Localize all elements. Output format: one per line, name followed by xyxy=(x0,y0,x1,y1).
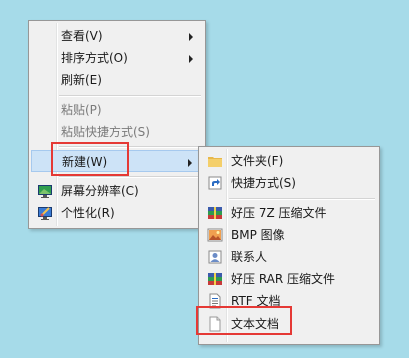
menu-item-screen-resolution[interactable]: 屏幕分辨率(C) xyxy=(31,180,203,202)
annotation-highlight-new xyxy=(51,142,129,176)
archive-rar-icon xyxy=(207,271,223,287)
submenu-item-folder[interactable]: 文件夹(F) xyxy=(201,150,377,172)
menu-item-paste: 粘贴(P) xyxy=(31,99,203,121)
menu-item-label: 粘贴(P) xyxy=(61,103,102,117)
submenu-item-contact[interactable]: 联系人 xyxy=(201,246,377,268)
menu-item-label: 个性化(R) xyxy=(61,206,115,220)
menu-item-label: 粘贴快捷方式(S) xyxy=(61,125,150,139)
menu-item-label: 联系人 xyxy=(231,250,268,264)
submenu-arrow-icon xyxy=(189,33,193,41)
menu-item-label: 屏幕分辨率(C) xyxy=(61,184,139,198)
submenu-item-bmp-image[interactable]: BMP 图像 xyxy=(201,224,377,246)
submenu-arrow-icon xyxy=(189,55,193,63)
menu-item-sort-by[interactable]: 排序方式(O) xyxy=(31,47,203,69)
display-icon xyxy=(37,183,53,199)
menu-item-label: 文件夹(F) xyxy=(231,154,284,168)
menu-separator xyxy=(59,176,201,178)
menu-item-label: 排序方式(O) xyxy=(61,51,128,65)
submenu-arrow-icon xyxy=(188,159,192,167)
submenu-item-rar-archive[interactable]: 好压 RAR 压缩文件 xyxy=(201,268,377,290)
annotation-highlight-text-document xyxy=(196,306,292,335)
menu-item-label: 查看(V) xyxy=(61,29,103,43)
menu-item-personalize[interactable]: 个性化(R) xyxy=(31,202,203,224)
menu-item-paste-shortcut: 粘贴快捷方式(S) xyxy=(31,121,203,143)
menu-separator xyxy=(229,198,375,200)
bmp-image-icon xyxy=(207,227,223,243)
archive-7z-icon xyxy=(207,205,223,221)
contact-icon xyxy=(207,249,223,265)
menu-item-label: 好压 7Z 压缩文件 xyxy=(231,206,327,220)
submenu-item-7z-archive[interactable]: 好压 7Z 压缩文件 xyxy=(201,202,377,224)
menu-item-view[interactable]: 查看(V) xyxy=(31,25,203,47)
menu-item-refresh[interactable]: 刷新(E) xyxy=(31,69,203,91)
menu-item-label: BMP 图像 xyxy=(231,228,285,242)
menu-separator xyxy=(59,95,201,97)
menu-item-label: 快捷方式(S) xyxy=(231,176,296,190)
shortcut-icon xyxy=(207,175,223,191)
desktop-context-menu: 查看(V) 排序方式(O) 刷新(E) 粘贴(P) 粘贴快捷方式(S) 新建(W… xyxy=(28,20,206,229)
folder-icon xyxy=(207,153,223,169)
menu-item-label: 刷新(E) xyxy=(61,73,102,87)
personalize-icon xyxy=(37,205,53,221)
submenu-item-shortcut[interactable]: 快捷方式(S) xyxy=(201,172,377,194)
menu-item-label: 好压 RAR 压缩文件 xyxy=(231,272,336,286)
